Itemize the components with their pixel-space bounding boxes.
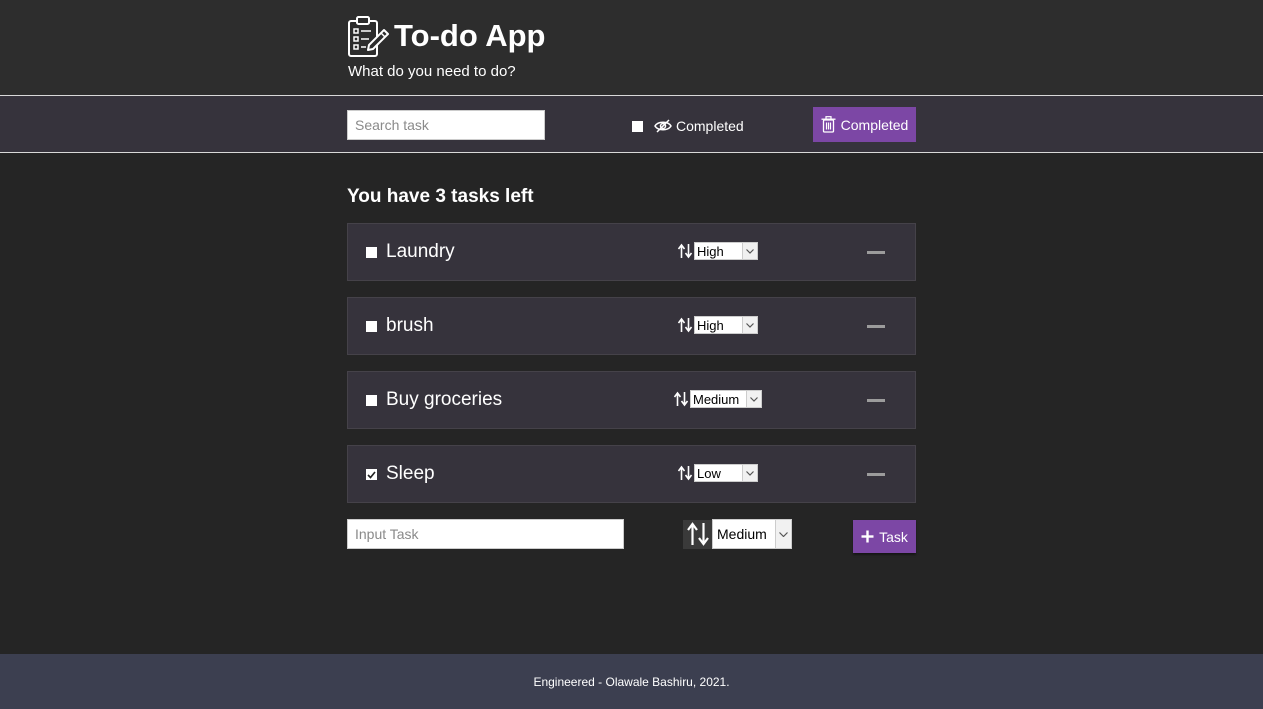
task-item: Buy groceries Medium bbox=[347, 371, 916, 429]
chevron-down-icon bbox=[742, 243, 757, 259]
clear-completed-label: Completed bbox=[840, 116, 909, 133]
priority-select[interactable]: High bbox=[694, 242, 758, 260]
task-name: Sleep bbox=[386, 463, 435, 484]
add-task-label: Task bbox=[879, 528, 908, 545]
sort-arrows-icon bbox=[673, 391, 689, 407]
sort-arrows-icon bbox=[677, 243, 693, 259]
task-item: Sleep Low bbox=[347, 445, 916, 503]
chevron-down-icon bbox=[746, 391, 761, 407]
chevron-down-icon bbox=[742, 465, 757, 481]
task-checkbox[interactable] bbox=[366, 469, 377, 480]
priority-control: Medium bbox=[673, 390, 762, 408]
delete-task-button[interactable] bbox=[867, 325, 885, 328]
sort-arrows-icon bbox=[677, 465, 693, 481]
chevron-down-icon bbox=[775, 520, 791, 548]
checkmark-icon bbox=[367, 470, 376, 479]
app-header: To-do App What do you need to do? bbox=[0, 0, 1263, 95]
plus-icon bbox=[861, 530, 874, 543]
priority-control: High bbox=[677, 316, 758, 334]
footer-credit: Engineered - Olawale Bashiru, 2021. bbox=[533, 674, 730, 689]
new-task-priority-select[interactable]: Medium bbox=[712, 519, 792, 549]
delete-task-button[interactable] bbox=[867, 251, 885, 254]
hide-completed-label: Completed bbox=[676, 118, 744, 134]
priority-select[interactable]: Low bbox=[694, 464, 758, 482]
task-checkbox[interactable] bbox=[366, 395, 377, 406]
priority-select[interactable]: High bbox=[694, 316, 758, 334]
priority-control: Low bbox=[677, 464, 758, 482]
task-name: Buy groceries bbox=[386, 389, 503, 410]
tasks-left-count: You have 3 tasks left bbox=[347, 186, 534, 207]
trash-icon bbox=[821, 116, 836, 133]
search-input[interactable] bbox=[347, 110, 545, 140]
sort-arrows-icon bbox=[677, 317, 693, 333]
app-subtitle: What do you need to do? bbox=[348, 63, 516, 80]
priority-select[interactable]: Medium bbox=[690, 390, 762, 408]
delete-task-button[interactable] bbox=[867, 473, 885, 476]
new-task-priority-control: Medium bbox=[683, 519, 792, 549]
delete-task-button[interactable] bbox=[867, 399, 885, 402]
task-name: brush bbox=[386, 315, 434, 336]
hide-completed-toggle[interactable]: Completed bbox=[632, 118, 744, 134]
sort-arrows-icon bbox=[683, 519, 712, 549]
priority-control: High bbox=[677, 242, 758, 260]
chevron-down-icon bbox=[742, 317, 757, 333]
clipboard-pencil-icon bbox=[348, 16, 389, 57]
task-checkbox[interactable] bbox=[366, 321, 377, 332]
new-task-input[interactable] bbox=[347, 519, 624, 549]
task-item: brush High bbox=[347, 297, 916, 355]
task-checkbox[interactable] bbox=[366, 247, 377, 258]
app-title: To-do App bbox=[394, 18, 546, 53]
task-item: Laundry High bbox=[347, 223, 916, 281]
eye-slash-icon bbox=[654, 119, 672, 133]
toolbar: Completed Completed bbox=[0, 95, 1263, 153]
footer: Engineered - Olawale Bashiru, 2021. bbox=[0, 654, 1263, 709]
hide-completed-checkbox[interactable] bbox=[632, 120, 643, 132]
task-name: Laundry bbox=[386, 241, 455, 262]
clear-completed-button[interactable]: Completed bbox=[813, 107, 916, 142]
add-task-button[interactable]: Task bbox=[853, 520, 916, 553]
